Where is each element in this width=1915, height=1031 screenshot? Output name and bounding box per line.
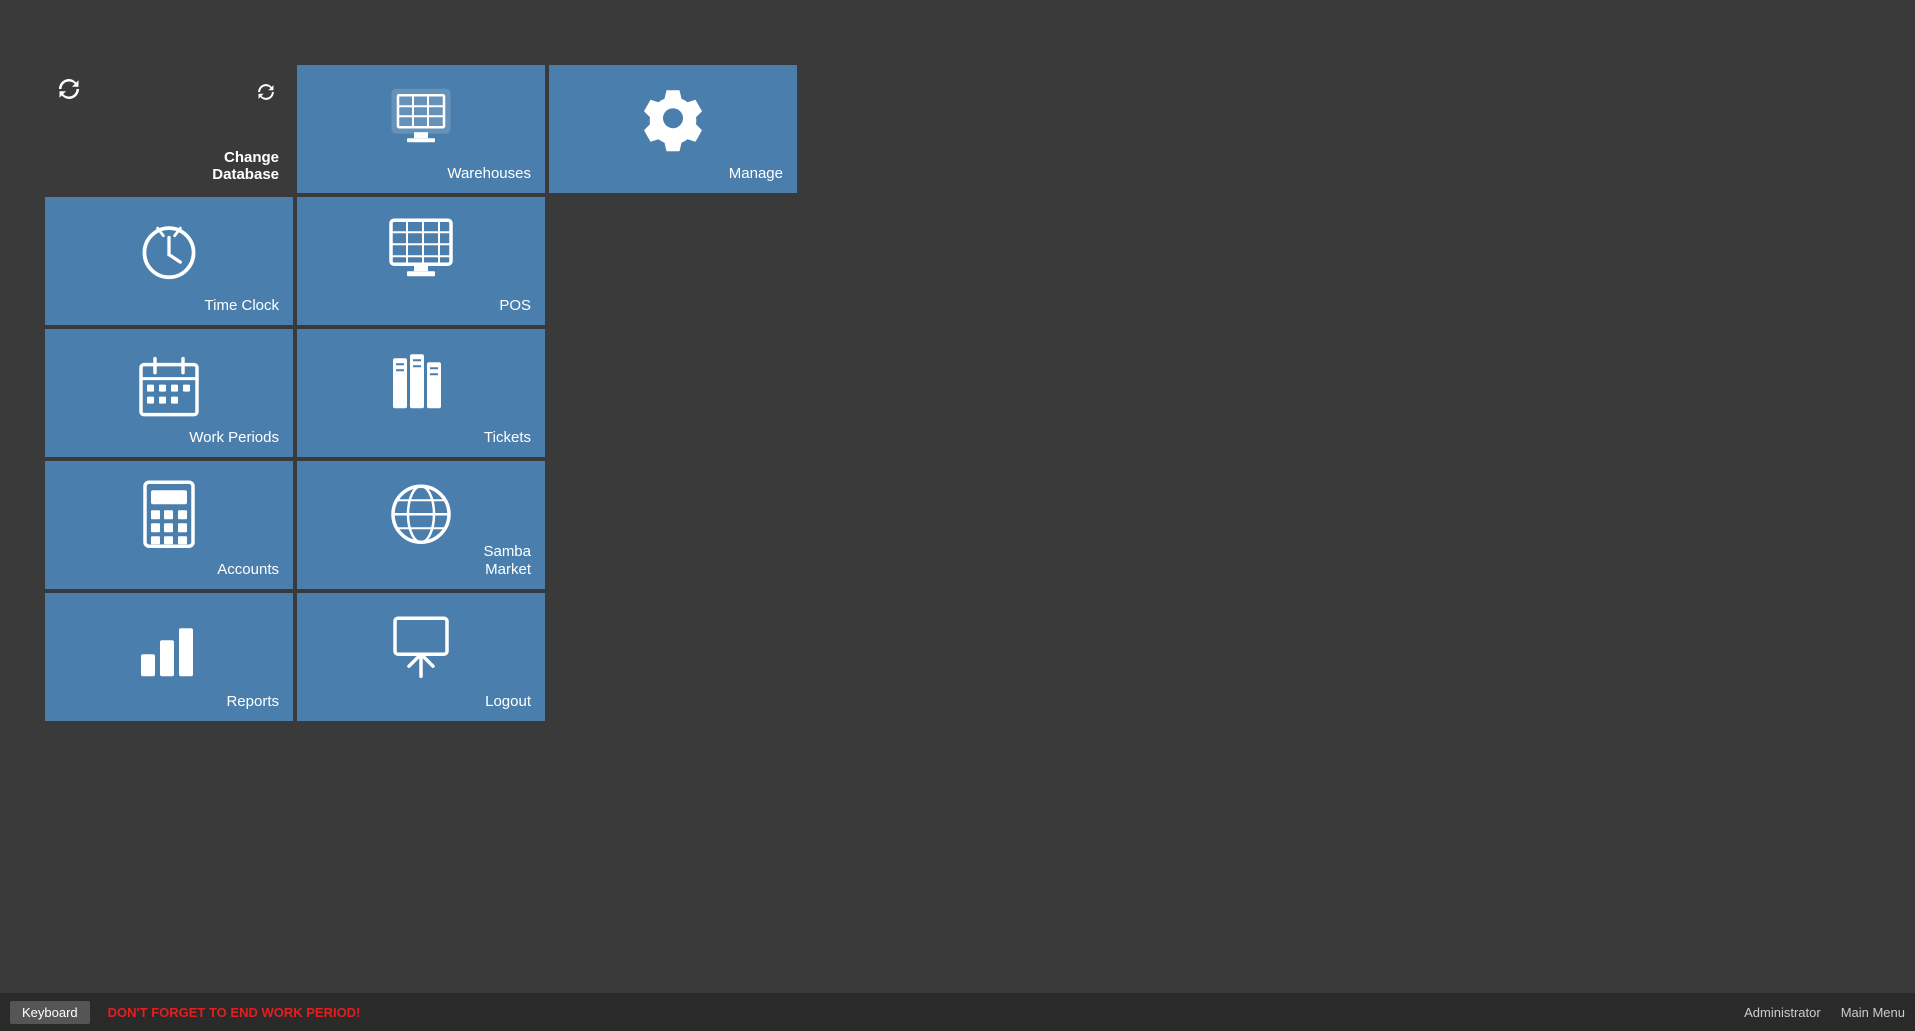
user-label: Administrator <box>1744 1005 1821 1020</box>
tile-samba-market[interactable]: SambaMarket <box>297 461 545 589</box>
tile-time-clock[interactable]: Time Clock <box>45 197 293 325</box>
sync-icon-topleft <box>55 75 83 103</box>
empty-r4c3 <box>549 461 797 589</box>
bottom-bar: Keyboard DON'T FORGET TO END WORK PERIOD… <box>0 993 1915 1031</box>
tile-tickets[interactable]: Tickets <box>297 329 545 457</box>
sync-icon-topright <box>255 81 277 103</box>
main-menu-label[interactable]: Main Menu <box>1841 1005 1905 1020</box>
logout-icon <box>385 610 457 682</box>
tile-change-database[interactable]: ChangeDatabase <box>45 65 293 193</box>
tile-work-periods[interactable]: Work Periods <box>45 329 293 457</box>
accounts-label: Accounts <box>217 561 279 579</box>
time-clock-label: Time Clock <box>205 297 279 315</box>
warehouses-label: Warehouses <box>447 165 531 183</box>
empty-r3c3 <box>549 329 797 457</box>
tickets-label: Tickets <box>484 429 531 447</box>
tile-pos[interactable]: POS <box>297 197 545 325</box>
tile-accounts[interactable]: Accounts <box>45 461 293 589</box>
samba-market-label: SambaMarket <box>483 543 531 579</box>
tile-manage[interactable]: Manage <box>549 65 797 193</box>
bottom-right-info: Administrator Main Menu <box>1744 1005 1905 1020</box>
pos-label: POS <box>499 297 531 315</box>
warning-text: DON'T FORGET TO END WORK PERIOD! <box>108 1005 361 1020</box>
empty-r2c3 <box>549 197 797 325</box>
change-database-label: ChangeDatabase <box>212 149 279 183</box>
work-periods-label: Work Periods <box>189 429 279 447</box>
gear-icon <box>637 82 709 154</box>
logout-label: Logout <box>485 693 531 711</box>
tile-reports[interactable]: Reports <box>45 593 293 721</box>
books-icon <box>385 346 457 418</box>
tile-warehouses[interactable]: Warehouses <box>297 65 545 193</box>
calendar-icon <box>137 355 201 419</box>
manage-label: Manage <box>729 165 783 183</box>
monitor-icon <box>385 214 457 286</box>
empty-r5c3 <box>549 593 797 721</box>
clock-icon <box>135 217 203 285</box>
tile-logout[interactable]: Logout <box>297 593 545 721</box>
bar-chart-icon <box>133 610 205 682</box>
keyboard-button[interactable]: Keyboard <box>10 1001 90 1024</box>
main-grid: ChangeDatabase Warehouses <box>45 65 797 721</box>
reports-label: Reports <box>226 693 279 711</box>
warehouses-icon <box>385 82 457 154</box>
calculator-icon <box>137 478 201 550</box>
globe-icon <box>385 478 457 550</box>
